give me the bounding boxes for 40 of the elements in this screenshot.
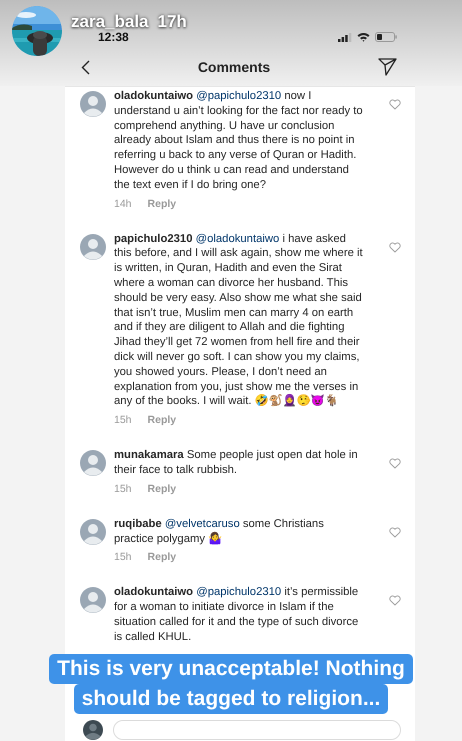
avatar-icon[interactable] bbox=[80, 234, 106, 260]
avatar-icon[interactable] bbox=[80, 587, 106, 614]
avatar-icon[interactable] bbox=[80, 450, 106, 476]
story-username[interactable]: zara_bala bbox=[71, 12, 148, 32]
send-icon[interactable] bbox=[378, 58, 397, 76]
avatar-icon bbox=[83, 720, 103, 740]
story-time: 17h bbox=[158, 12, 187, 32]
page-title: Comments bbox=[198, 59, 270, 75]
caption-text: should be tagged to religion... bbox=[74, 684, 388, 714]
mention-link[interactable]: @papichulo2310 bbox=[196, 586, 282, 598]
reply-button[interactable]: Reply bbox=[148, 198, 176, 210]
comment-text: ruqibabe @velvetcaruso some Christians practice polygamy 🤷‍♀ bbox=[114, 516, 325, 546]
mention-link[interactable]: @velvetcaruso bbox=[164, 518, 240, 530]
heart-icon[interactable] bbox=[389, 458, 401, 470]
mention-link[interactable]: @papichulo2310 bbox=[196, 90, 282, 102]
reply-button[interactable]: Reply bbox=[148, 551, 176, 564]
comment-field[interactable] bbox=[113, 720, 401, 740]
comment-time: 14h bbox=[114, 198, 132, 210]
signal-icon bbox=[338, 32, 352, 42]
comment-text: papichulo2310 @oladokuntaiwo i have asked this before, and I will ask again, show me where it is written, in Quran, Hadith and even the Sirat where a woman can divorce her husband. This should be very easy. Also show me what she said that isn’t true, Muslim men can marry 4 on earth and if they are diligent to Allah and die fighting Jihad they’ll get 72 women from hell fire and their dick will never go soft. I can show you my claims, you showed yours. Please, I don’t need an explanation from you, just show me the verses in any of the books. I will wait. 🤣🐒🧕🤥😈🐐 bbox=[114, 232, 364, 410]
battery-icon bbox=[375, 32, 397, 42]
reply-button[interactable]: Reply bbox=[148, 482, 176, 495]
reply-button[interactable]: Reply bbox=[148, 414, 176, 426]
comment-time: 15h bbox=[114, 551, 132, 564]
wifi-icon bbox=[357, 32, 370, 42]
comment-time: 15h bbox=[114, 482, 132, 495]
heart-icon[interactable] bbox=[389, 595, 401, 606]
comment-text: munakamara Some people just open dat hole in their face to talk rubbish. bbox=[114, 448, 359, 478]
comment-time: 15h bbox=[114, 414, 132, 426]
status-time: 12:38 bbox=[98, 30, 129, 44]
heart-icon[interactable] bbox=[389, 99, 401, 110]
caption-text: This is very unacceptable! Nothing bbox=[49, 654, 413, 684]
mention-link[interactable]: @oladokuntaiwo bbox=[196, 232, 280, 245]
back-icon[interactable] bbox=[81, 60, 90, 74]
avatar-icon[interactable] bbox=[80, 518, 106, 545]
heart-icon[interactable] bbox=[389, 526, 401, 538]
comment-text: oladokuntaiwo @papichulo2310 it’s permissible for a woman to initiate divorce in Islam if the situation called for it and the type of such divorce is called KHUL. bbox=[114, 585, 360, 645]
comment-text: oladokuntaiwo @papichulo2310 now I understand u ain’t looking for the fact nor ready to comprehend anything. U have ur conclusion already about Islam and thus there is no point in referring u back to any verse of Quran or Hadith. However do u think u can read and understand the text even if I do bring one? bbox=[114, 89, 364, 193]
avatar-icon[interactable] bbox=[80, 91, 106, 117]
heart-icon[interactable] bbox=[389, 242, 401, 253]
